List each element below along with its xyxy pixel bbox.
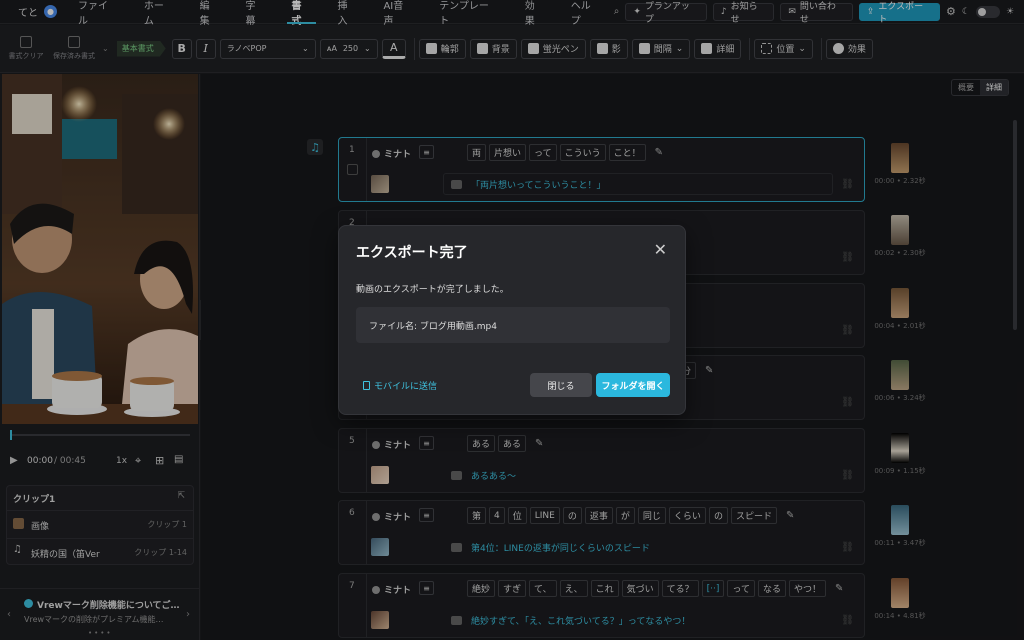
- mobile-icon: [363, 381, 370, 390]
- close-icon[interactable]: ✕: [654, 240, 667, 259]
- dialog-message: 動画のエクスポートが完了しました。: [356, 285, 509, 295]
- file-name-box: ファイル名: ブログ用動画.mp4: [356, 307, 670, 343]
- send-to-mobile-label: モバイルに送信: [374, 382, 438, 392]
- export-complete-dialog: エクスポート完了 ✕ 動画のエクスポートが完了しました。 ファイル名: ブログ用…: [338, 225, 686, 415]
- close-button[interactable]: 閉じる: [530, 373, 592, 397]
- open-folder-button[interactable]: フォルダを開く: [596, 373, 670, 397]
- dialog-title: エクスポート完了: [356, 245, 468, 261]
- send-to-mobile-link[interactable]: モバイルに送信: [363, 379, 437, 392]
